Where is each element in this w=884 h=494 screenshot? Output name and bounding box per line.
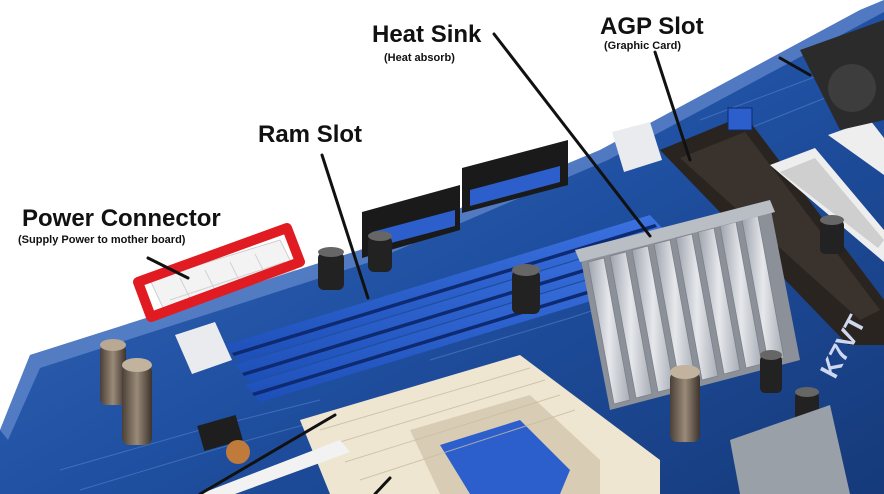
heat-sink-sublabel: (Heat absorb)	[384, 52, 455, 64]
motherboard-photo: K7VT Power Connector (Supply Power to mo…	[0, 0, 884, 494]
power-connector-sublabel: (Supply Power to mother board)	[18, 234, 186, 246]
ram-slot-label: Ram Slot	[258, 121, 363, 148]
agp-slot-sublabel: (Graphic Card)	[604, 40, 682, 52]
agp-slot-label: AGP Slot	[600, 13, 704, 40]
power-connector-label: Power Connector	[22, 205, 221, 232]
motherboard-image: K7VT	[0, 0, 884, 494]
heat-sink-label: Heat Sink	[372, 21, 482, 48]
